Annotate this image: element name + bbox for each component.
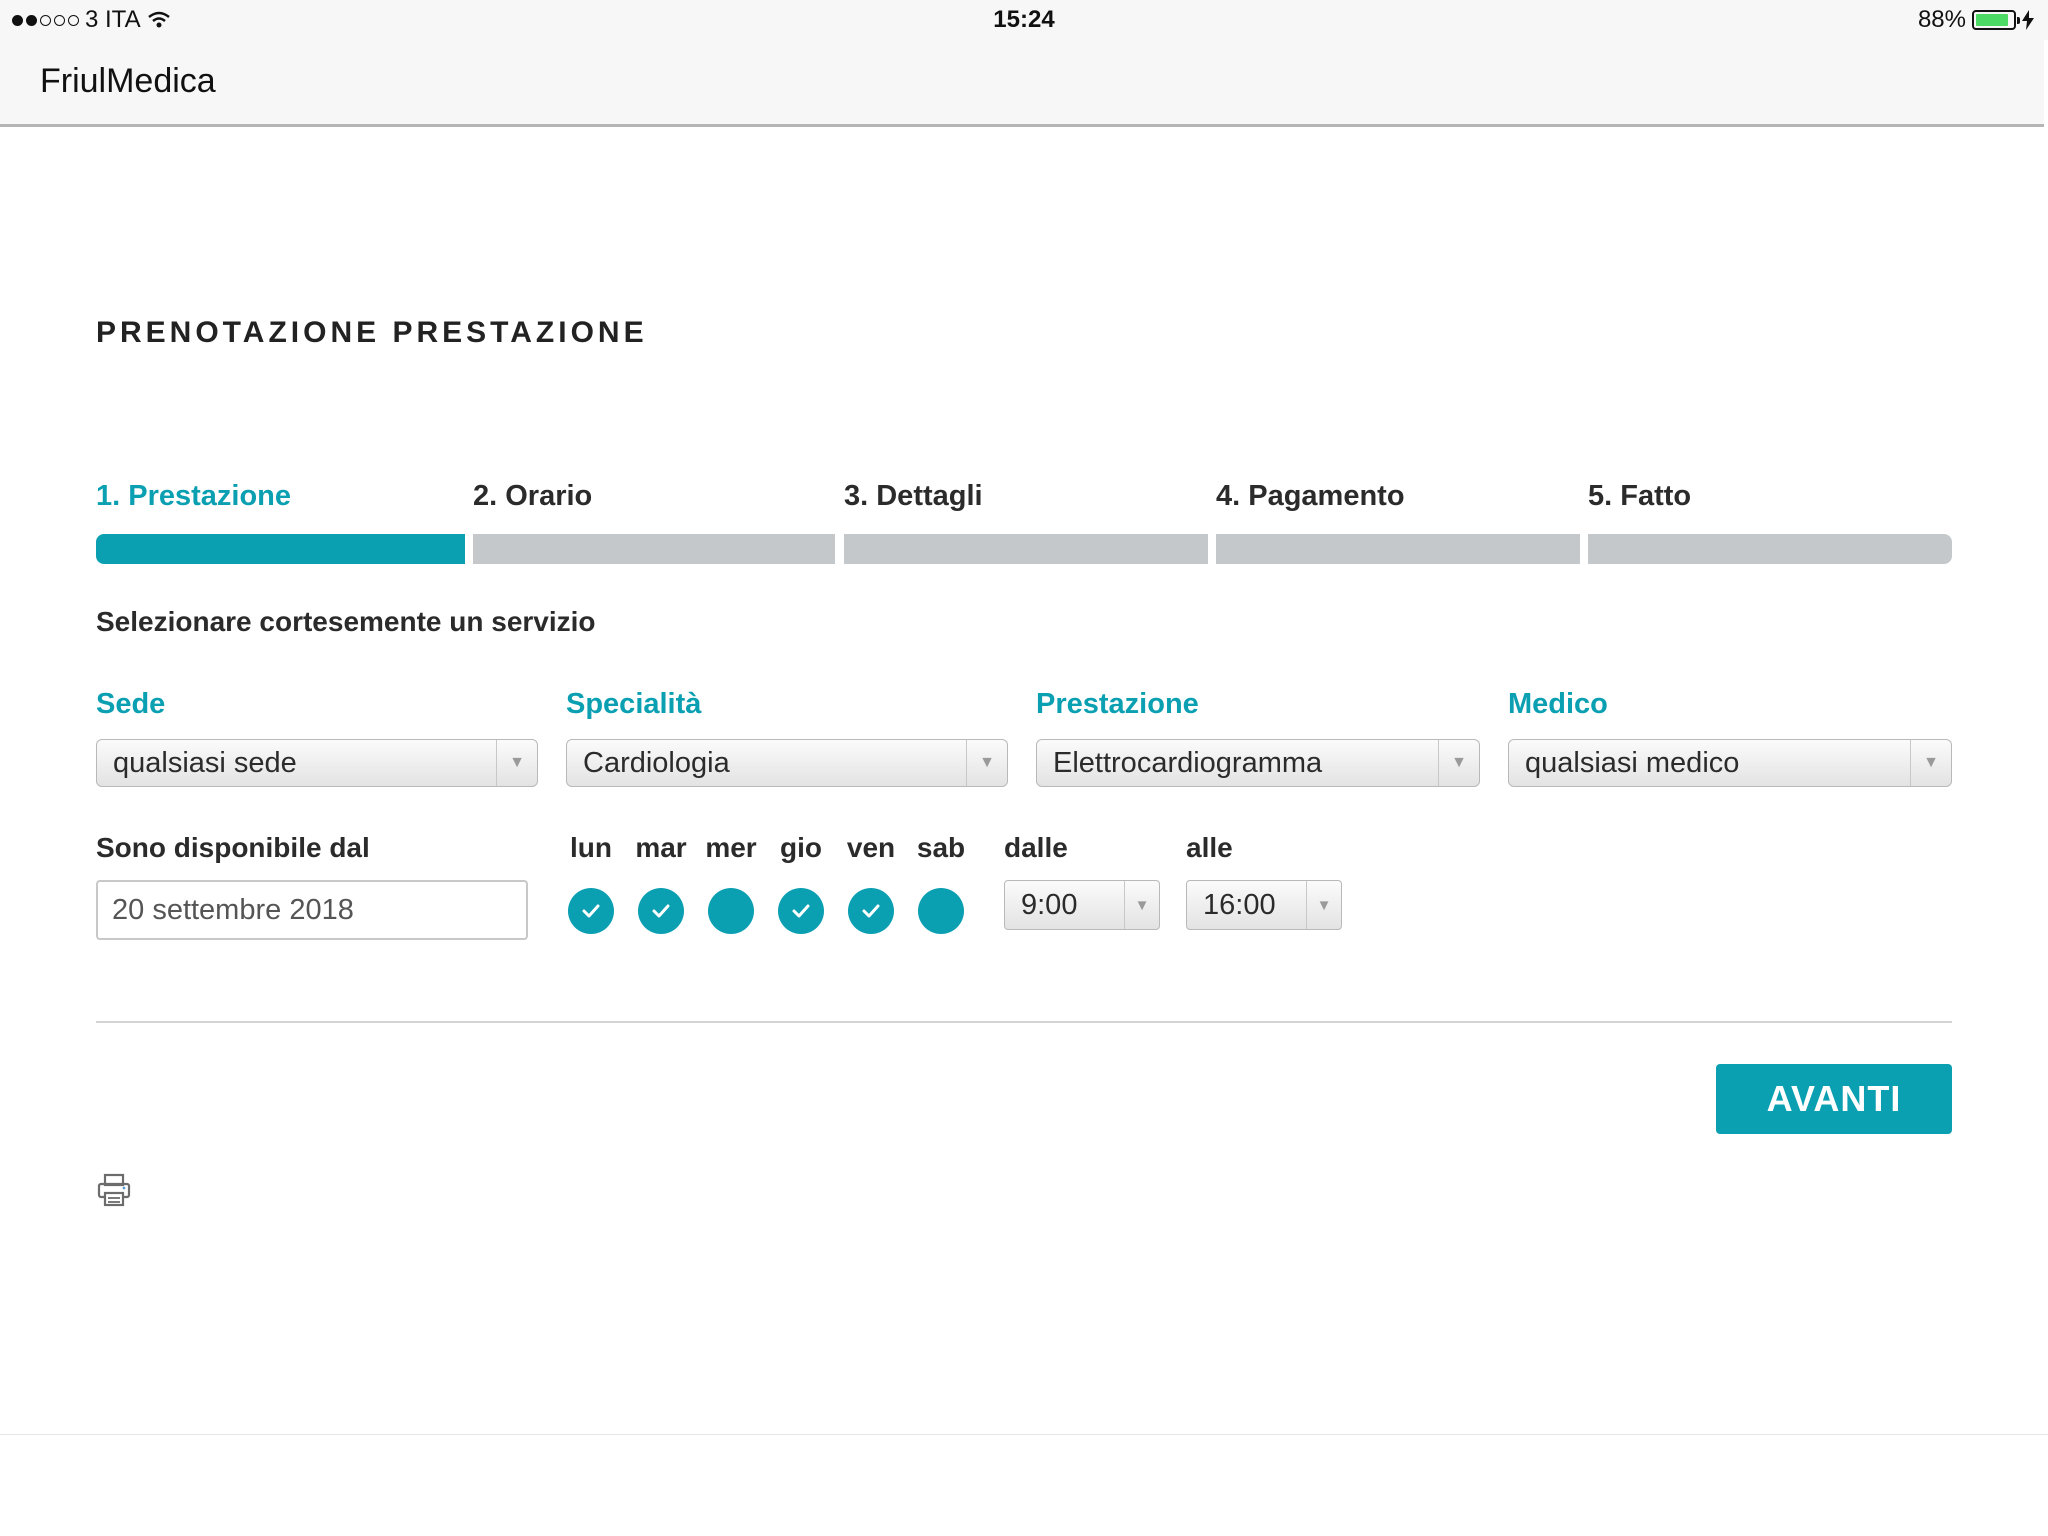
day-label-mer: mer: [705, 832, 757, 863]
battery-icon: [1972, 10, 2020, 30]
step-progress-bar: [96, 534, 465, 564]
day-label-gio: gio: [780, 832, 822, 863]
chevron-down-icon: ▼: [1438, 740, 1479, 786]
chevron-down-icon: ▼: [966, 740, 1007, 786]
to-time-select[interactable]: 16:00 ▼: [1186, 880, 1342, 930]
step-label: 5. Fatto: [1588, 480, 1692, 512]
instruction-text: Selezionare cortesemente un servizio: [96, 606, 596, 637]
step-label: 4. Pagamento: [1216, 480, 1405, 512]
step-orario[interactable]: 2. Orario: [473, 480, 835, 564]
battery-percentage: 88%: [1917, 6, 1966, 33]
from-time-value: 9:00: [1021, 889, 1078, 921]
prestazione-label: Prestazione: [1036, 688, 1199, 720]
check-icon: [652, 904, 670, 918]
app-title: FriulMedica: [40, 62, 216, 100]
day-checkbox-mer[interactable]: [708, 888, 754, 934]
day-checkbox-ven[interactable]: [848, 888, 894, 934]
date-value: 20 settembre 2018: [112, 894, 354, 926]
sede-label: Sede: [96, 688, 166, 720]
check-icon: [862, 904, 880, 918]
check-icon: [582, 904, 600, 918]
day-checkbox-mar[interactable]: [638, 888, 684, 934]
medico-select[interactable]: qualsiasi medico ▼: [1508, 739, 1952, 787]
specialita-label: Specialità: [566, 688, 702, 720]
printer-icon[interactable]: [96, 1172, 132, 1208]
step-progress-bar: [1588, 534, 1952, 564]
step-prestazione[interactable]: 1. Prestazione: [96, 480, 465, 564]
section-divider: [96, 1021, 1952, 1023]
sede-select[interactable]: qualsiasi sede ▼: [96, 739, 538, 787]
step-dettagli[interactable]: 3. Dettagli: [844, 480, 1208, 564]
step-label: 3. Dettagli: [844, 480, 983, 512]
specialita-select[interactable]: Cardiologia ▼: [566, 739, 1008, 787]
day-label-lun: lun: [570, 832, 612, 863]
status-right: 88%: [1918, 6, 2034, 34]
medico-label: Medico: [1508, 688, 1608, 720]
chevron-down-icon: ▼: [1306, 881, 1341, 929]
page-title: PRENOTAZIONE PRESTAZIONE: [96, 316, 648, 349]
day-label-sab: sab: [916, 832, 966, 863]
day-label-ven: ven: [846, 832, 896, 863]
step-fatto[interactable]: 5. Fatto: [1588, 480, 1952, 564]
prestazione-value: Elettrocardiogramma: [1053, 747, 1323, 779]
step-progress-bar: [844, 534, 1208, 564]
medico-value: qualsiasi medico: [1525, 747, 1740, 779]
from-label: dalle: [1004, 832, 1068, 863]
step-progress-bar: [1216, 534, 1580, 564]
date-field[interactable]: 20 settembre 2018: [96, 880, 528, 940]
day-label-mar: mar: [635, 832, 687, 863]
to-label: alle: [1186, 832, 1233, 863]
clock: 15:24: [993, 6, 1055, 33]
booking-steps: 1. Prestazione 2. Orario 3. Dettagli 4. …: [96, 480, 1952, 564]
day-checkbox-sab[interactable]: [918, 888, 964, 934]
to-time-value: 16:00: [1203, 889, 1276, 921]
step-label: 1. Prestazione: [96, 480, 292, 512]
from-time-select[interactable]: 9:00 ▼: [1004, 880, 1160, 930]
chevron-down-icon: ▼: [1910, 740, 1951, 786]
status-bar: 3 ITA 15:24 88%: [0, 0, 2048, 40]
chevron-down-icon: ▼: [496, 740, 537, 786]
check-icon: [792, 904, 810, 918]
chevron-down-icon: ▼: [1124, 881, 1159, 929]
bottom-separator: [0, 1434, 2048, 1435]
step-pagamento[interactable]: 4. Pagamento: [1216, 480, 1580, 564]
app-header: FriulMedica: [0, 40, 2044, 127]
step-progress-bar: [473, 534, 835, 564]
sede-value: qualsiasi sede: [113, 747, 297, 779]
bolt-icon: [2022, 10, 2034, 30]
specialita-value: Cardiologia: [583, 747, 730, 779]
day-checkbox-lun[interactable]: [568, 888, 614, 934]
prestazione-select[interactable]: Elettrocardiogramma ▼: [1036, 739, 1480, 787]
availability-label: Sono disponibile dal: [96, 832, 370, 863]
step-label: 2. Orario: [473, 480, 593, 512]
day-checkbox-gio[interactable]: [778, 888, 824, 934]
next-button[interactable]: AVANTI: [1716, 1064, 1952, 1134]
